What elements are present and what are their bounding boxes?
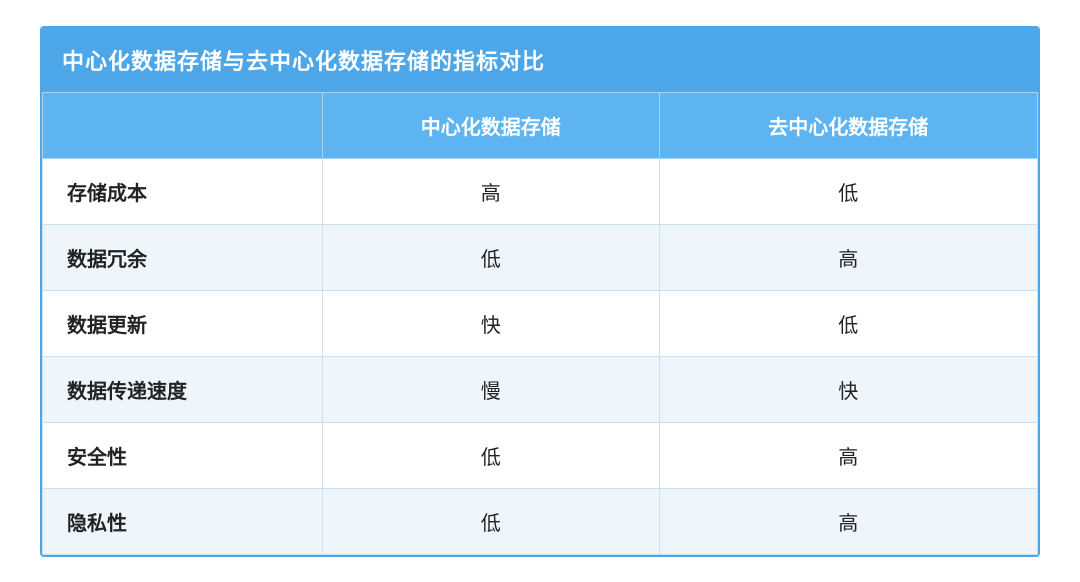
header-col2: 去中心化数据存储 — [659, 92, 1037, 158]
row-label: 安全性 — [43, 422, 323, 488]
row-label: 数据更新 — [43, 290, 323, 356]
table-title: 中心化数据存储与去中心化数据存储的指标对比 — [42, 28, 1038, 92]
row-col1-value: 低 — [323, 422, 660, 488]
row-col2-value: 高 — [659, 224, 1037, 290]
row-col2-value: 快 — [659, 356, 1037, 422]
table-row: 隐私性低高 — [43, 488, 1038, 554]
header-empty — [43, 92, 323, 158]
table-row: 存储成本高低 — [43, 158, 1038, 224]
row-col2-value: 低 — [659, 290, 1037, 356]
comparison-table-container: 中心化数据存储与去中心化数据存储的指标对比 中心化数据存储 去中心化数据存储 存… — [40, 26, 1040, 557]
row-col1-value: 低 — [323, 488, 660, 554]
row-col1-value: 高 — [323, 158, 660, 224]
row-col1-value: 快 — [323, 290, 660, 356]
table-header-row: 中心化数据存储 去中心化数据存储 — [43, 92, 1038, 158]
row-col2-value: 高 — [659, 422, 1037, 488]
row-label: 数据传递速度 — [43, 356, 323, 422]
table-row: 数据冗余低高 — [43, 224, 1038, 290]
table-row: 数据更新快低 — [43, 290, 1038, 356]
row-label: 存储成本 — [43, 158, 323, 224]
table-row: 数据传递速度慢快 — [43, 356, 1038, 422]
row-col1-value: 慢 — [323, 356, 660, 422]
row-label: 数据冗余 — [43, 224, 323, 290]
row-col2-value: 低 — [659, 158, 1037, 224]
row-col1-value: 低 — [323, 224, 660, 290]
table-row: 安全性低高 — [43, 422, 1038, 488]
comparison-table: 中心化数据存储 去中心化数据存储 存储成本高低数据冗余低高数据更新快低数据传递速… — [42, 92, 1038, 555]
row-col2-value: 高 — [659, 488, 1037, 554]
row-label: 隐私性 — [43, 488, 323, 554]
header-col1: 中心化数据存储 — [323, 92, 660, 158]
